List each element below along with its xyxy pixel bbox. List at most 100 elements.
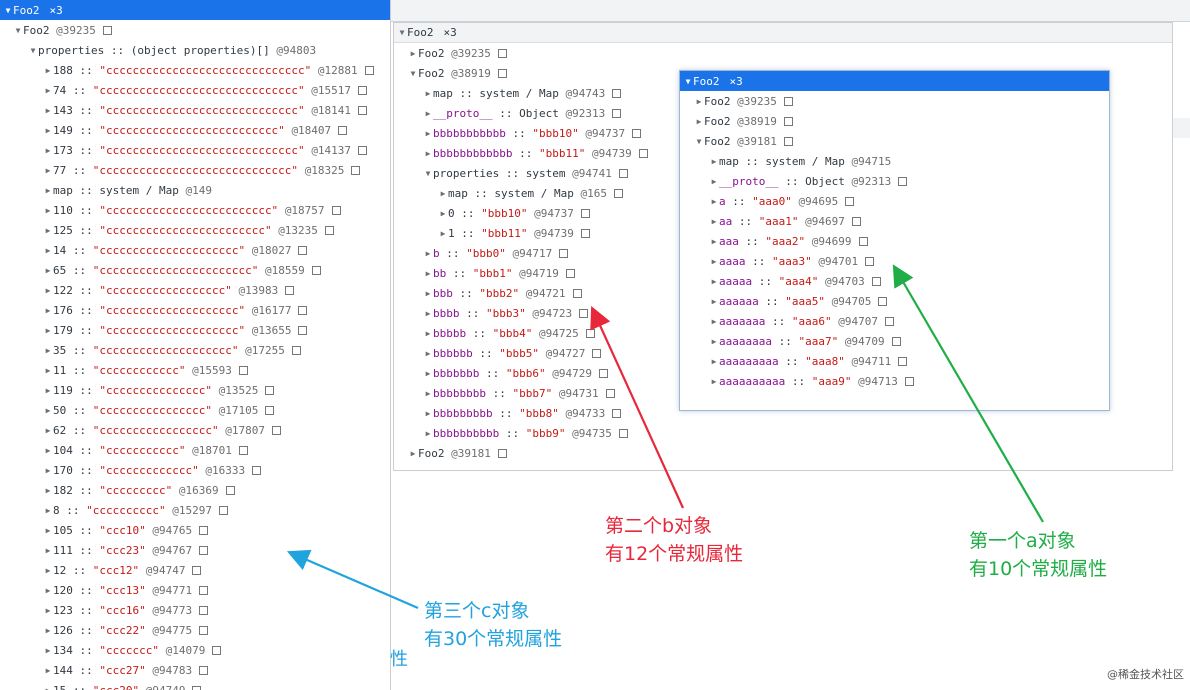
tree-row[interactable]: ▶ 149 :: "cccccccccccccccccccccccccc" @18… [0,120,390,140]
triangle-right-icon[interactable]: ▶ [43,106,53,115]
triangle-right-icon[interactable]: ▶ [43,626,53,635]
checkbox-icon[interactable] [238,365,248,375]
checkbox-icon[interactable] [878,296,888,306]
tree-row[interactable]: ▶ __proto__ :: Object @92313 [680,171,1109,191]
tree-row[interactable]: ▶ 173 :: "ccccccccccccccccccccccccccccc" … [0,140,390,160]
tree-row[interactable]: ▶ aaaa :: "aaa3" @94701 [680,251,1109,271]
tree-row[interactable]: ▶ 8 :: "cccccccccc" @15297 [0,500,390,520]
triangle-right-icon[interactable]: ▶ [43,286,53,295]
checkbox-icon[interactable] [585,328,595,338]
triangle-right-icon[interactable]: ▶ [709,157,719,166]
tree-row[interactable]: ▶ 11 :: "cccccccccccc" @15593 [0,360,390,380]
tree-row[interactable]: ▼ Foo2 @39181 [680,131,1109,151]
checkbox-icon[interactable] [199,585,209,595]
checkbox-icon[interactable] [845,196,855,206]
checkbox-icon[interactable] [898,176,908,186]
triangle-right-icon[interactable]: ▶ [43,486,53,495]
checkbox-icon[interactable] [192,685,202,690]
triangle-right-icon[interactable]: ▶ [43,346,53,355]
triangle-right-icon[interactable]: ▶ [43,366,53,375]
tree-row[interactable]: ▶ 105 :: "ccc10" @94765 [0,520,390,540]
tree-row[interactable]: ▶ 77 :: "ccccccccccccccccccccccccccccc" @… [0,160,390,180]
tree-row[interactable]: ▶ 111 :: "ccc23" @94767 [0,540,390,560]
triangle-right-icon[interactable]: ▶ [43,646,53,655]
checkbox-icon[interactable] [598,368,608,378]
checkbox-icon[interactable] [225,485,235,495]
tree-row[interactable]: ▶ aa :: "aaa1" @94697 [680,211,1109,231]
triangle-down-icon[interactable]: ▼ [28,46,38,55]
triangle-right-icon[interactable]: ▶ [709,177,719,186]
tree-row[interactable]: ▶ 65 :: "ccccccccccccccccccccccc" @18559 [0,260,390,280]
triangle-right-icon[interactable]: ▶ [423,289,433,298]
checkbox-icon[interactable] [783,96,793,106]
tree-row[interactable]: ▶ bbbbbbbbbb :: "bbb9" @94735 [394,423,1172,443]
triangle-right-icon[interactable]: ▶ [43,546,53,555]
checkbox-icon[interactable] [612,108,622,118]
checkbox-icon[interactable] [565,268,575,278]
triangle-right-icon[interactable]: ▶ [709,237,719,246]
triangle-right-icon[interactable]: ▶ [423,249,433,258]
triangle-right-icon[interactable]: ▶ [43,326,53,335]
checkbox-icon[interactable] [605,388,615,398]
checkbox-icon[interactable] [592,348,602,358]
triangle-down-icon[interactable]: ▼ [423,169,433,178]
tree-row[interactable]: ▶ aaaaaaaaa :: "aaa8" @94711 [680,351,1109,371]
checkbox-icon[interactable] [891,336,901,346]
triangle-right-icon[interactable]: ▶ [709,357,719,366]
tree-row[interactable]: ▶ Foo2 @39235 [680,91,1109,111]
triangle-right-icon[interactable]: ▶ [423,349,433,358]
checkbox-icon[interactable] [898,356,908,366]
checkbox-icon[interactable] [265,385,275,395]
tree-row[interactable]: ▶ 126 :: "ccc22" @94775 [0,620,390,640]
triangle-right-icon[interactable]: ▶ [423,89,433,98]
tree-row[interactable]: ▼ properties :: (object properties)[] @94… [0,40,390,60]
triangle-right-icon[interactable]: ▶ [423,129,433,138]
tree-row[interactable]: ▶ 134 :: "ccccccc" @14079 [0,640,390,660]
checkbox-icon[interactable] [324,225,334,235]
tree-row[interactable]: ▶ aaaaaa :: "aaa5" @94705 [680,291,1109,311]
checkbox-icon[interactable] [351,165,361,175]
tree-row[interactable]: ▶ 188 :: "cccccccccccccccccccccccccccccc"… [0,60,390,80]
middle-panel-header[interactable]: ▼ Foo2 ×3 [394,23,1172,43]
triangle-down-icon[interactable]: ▼ [397,28,407,37]
checkbox-icon[interactable] [904,376,914,386]
triangle-right-icon[interactable]: ▶ [694,117,704,126]
tree-row[interactable]: ▶ 120 :: "ccc13" @94771 [0,580,390,600]
triangle-right-icon[interactable]: ▶ [423,409,433,418]
triangle-down-icon[interactable]: ▼ [683,77,693,86]
triangle-right-icon[interactable]: ▶ [43,386,53,395]
checkbox-icon[interactable] [618,168,628,178]
checkbox-icon[interactable] [612,88,622,98]
checkbox-icon[interactable] [265,405,275,415]
tree-row[interactable]: ▶ a :: "aaa0" @94695 [680,191,1109,211]
triangle-right-icon[interactable]: ▶ [423,369,433,378]
triangle-right-icon[interactable]: ▶ [43,266,53,275]
checkbox-icon[interactable] [580,228,590,238]
triangle-right-icon[interactable]: ▶ [43,426,53,435]
checkbox-icon[interactable] [298,325,308,335]
tree-row[interactable]: ▶ Foo2 @38919 [680,111,1109,131]
triangle-right-icon[interactable]: ▶ [43,306,53,315]
left-panel-header[interactable]: ▼ Foo2 ×3 [0,0,390,20]
tree-row[interactable]: ▶ 144 :: "ccc27" @94783 [0,660,390,680]
checkbox-icon[interactable] [851,216,861,226]
tree-row[interactable]: ▶ 176 :: "cccccccccccccccccccc" @16177 [0,300,390,320]
triangle-right-icon[interactable]: ▶ [709,297,719,306]
triangle-right-icon[interactable]: ▶ [709,377,719,386]
checkbox-icon[interactable] [364,65,374,75]
triangle-right-icon[interactable]: ▶ [423,269,433,278]
tree-row[interactable]: ▶ 179 :: "cccccccccccccccccccc" @13655 [0,320,390,340]
checkbox-icon[interactable] [618,428,628,438]
checkbox-icon[interactable] [199,525,209,535]
checkbox-icon[interactable] [497,448,507,458]
triangle-right-icon[interactable]: ▶ [408,449,418,458]
tree-row[interactable]: ▶ aaaaaaa :: "aaa6" @94707 [680,311,1109,331]
tree-row[interactable]: ▶ aaa :: "aaa2" @94699 [680,231,1109,251]
checkbox-icon[interactable] [783,116,793,126]
triangle-right-icon[interactable]: ▶ [423,149,433,158]
tree-row[interactable]: ▶ 182 :: "ccccccccc" @16369 [0,480,390,500]
triangle-down-icon[interactable]: ▼ [3,6,13,15]
triangle-right-icon[interactable]: ▶ [438,209,448,218]
tree-row[interactable]: ▶ 123 :: "ccc16" @94773 [0,600,390,620]
triangle-right-icon[interactable]: ▶ [43,226,53,235]
